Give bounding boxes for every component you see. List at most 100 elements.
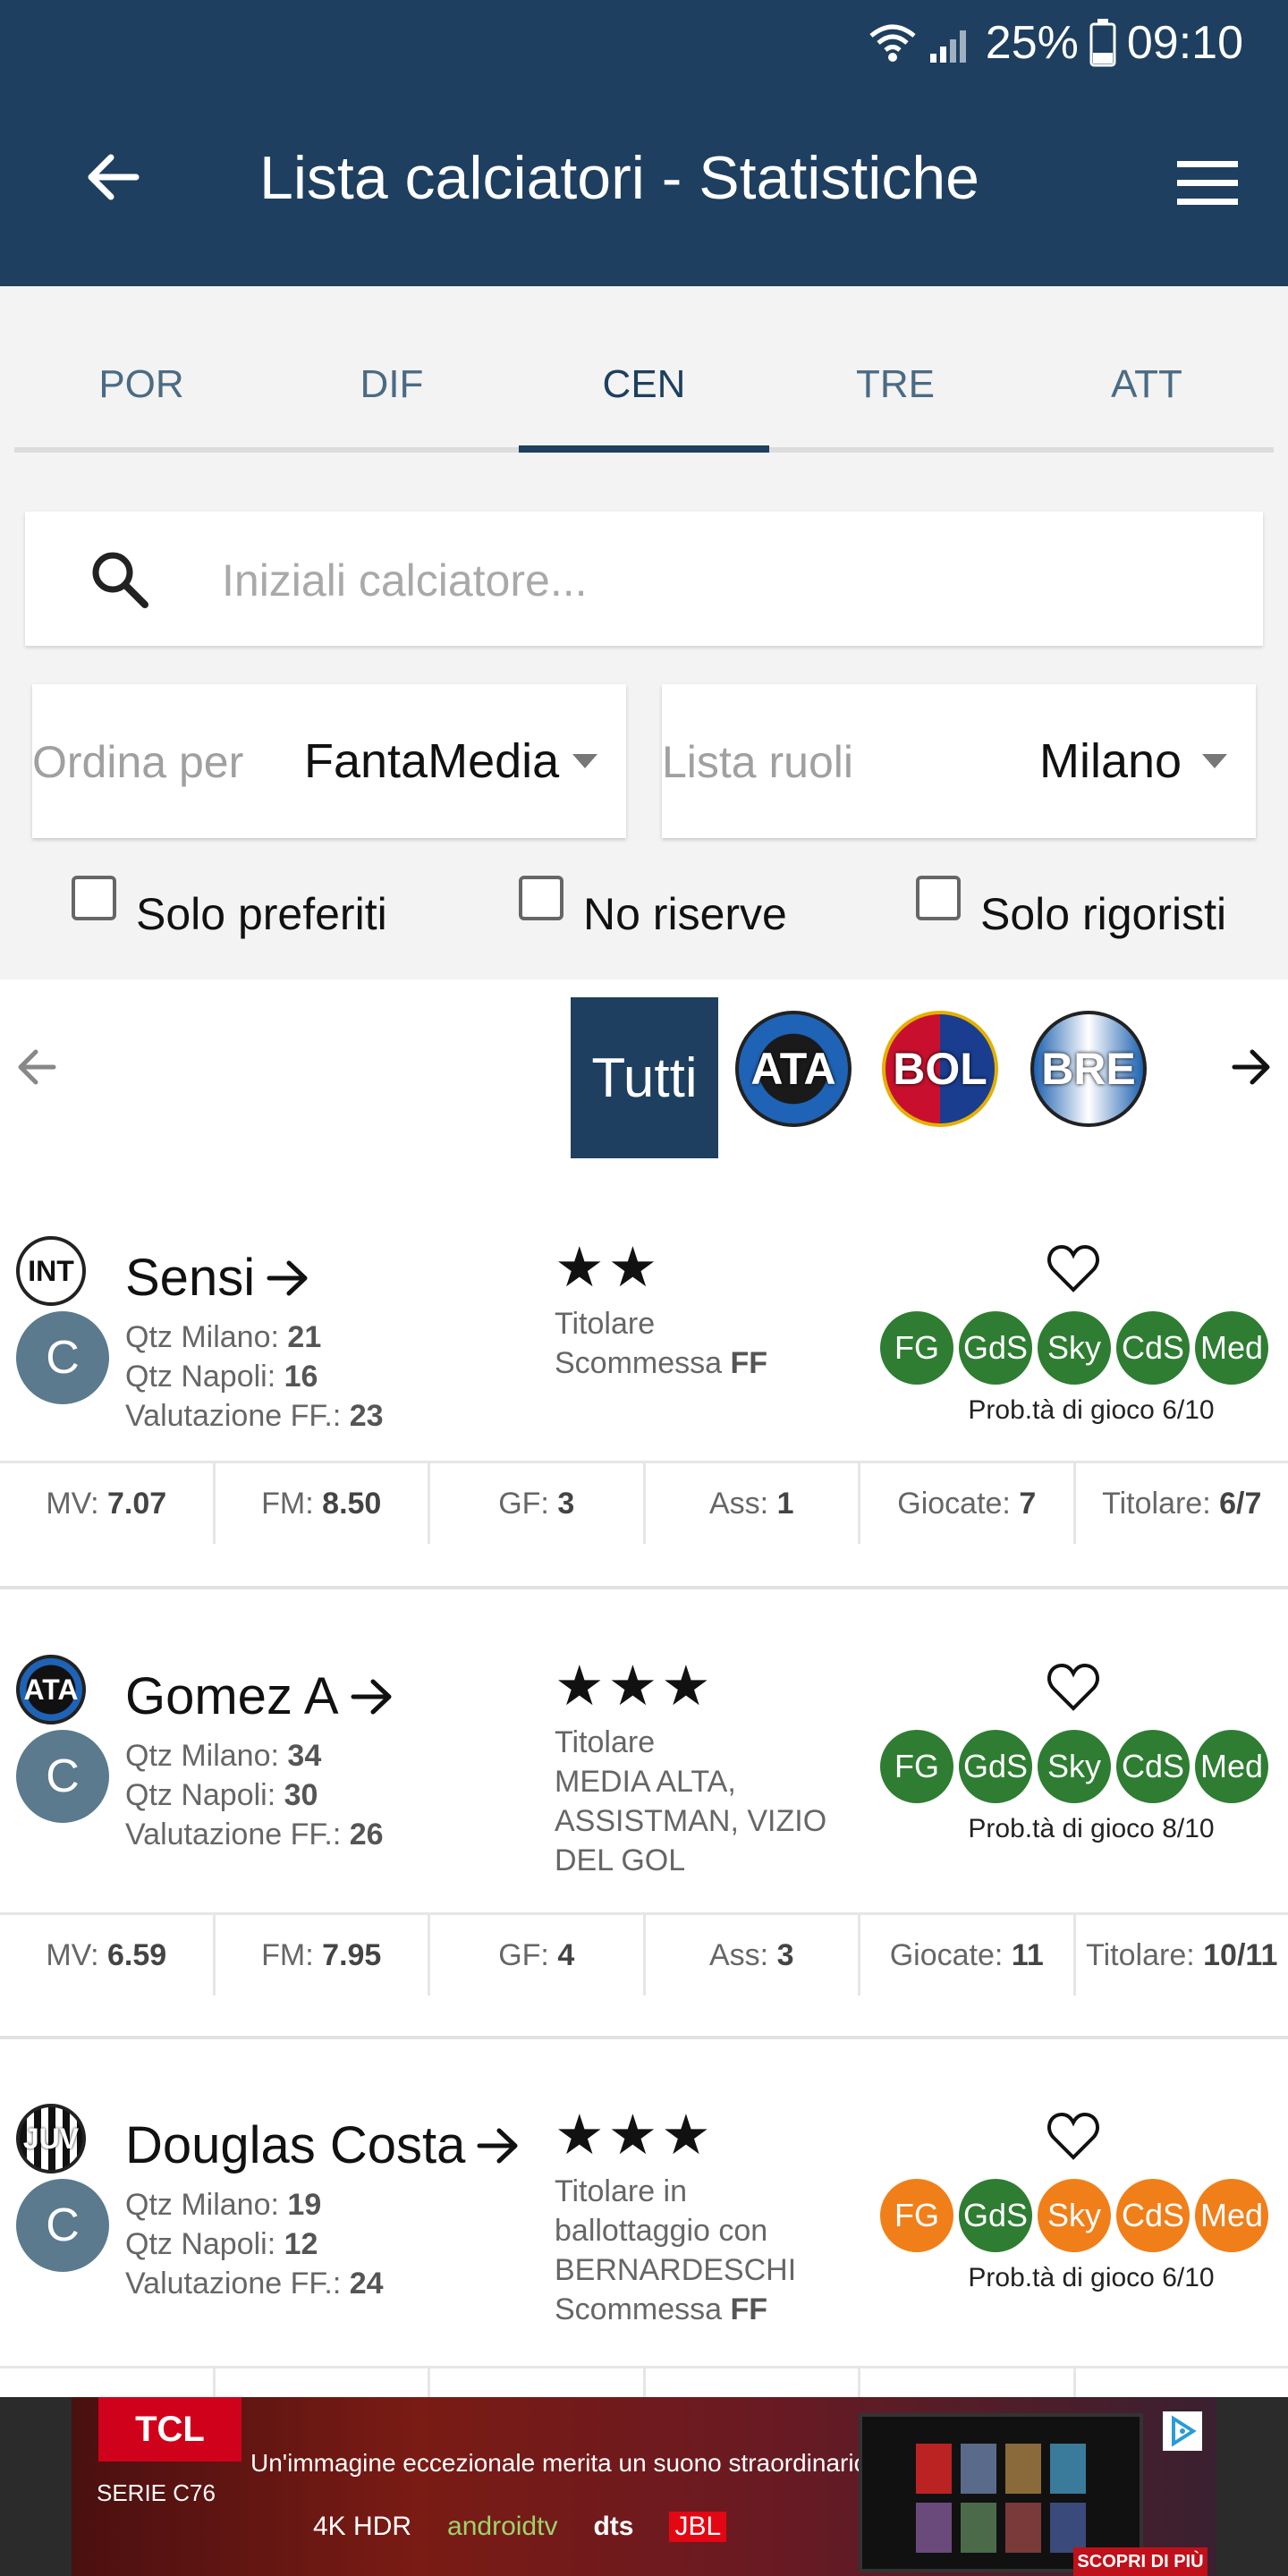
source-fg-badge: FG bbox=[880, 2179, 953, 2252]
source-gds-badge: GdS bbox=[959, 2179, 1032, 2252]
team-badge-ata[interactable]: ATA bbox=[735, 1011, 852, 1127]
stat-gf: GF: 3 bbox=[430, 1463, 646, 1544]
search-input[interactable] bbox=[220, 544, 1208, 617]
source-cds-badge: CdS bbox=[1116, 2179, 1190, 2252]
heart-icon[interactable] bbox=[1046, 1662, 1100, 1712]
player-quotes: Qtz Milano: 34 Qtz Napoli: 30 Valutazion… bbox=[125, 1736, 384, 1854]
ad-cta-button[interactable]: SCOPRI DI PIÙ bbox=[1073, 2547, 1208, 2576]
tab-por[interactable]: POR bbox=[16, 362, 267, 407]
source-fg-badge: FG bbox=[880, 1311, 953, 1385]
ad-tv-tile bbox=[1050, 2503, 1086, 2553]
checkbox-box[interactable] bbox=[72, 876, 116, 920]
solo-rigoristi-checkbox[interactable]: Solo rigoristi bbox=[916, 876, 1226, 939]
ad-creative[interactable]: TCL SERIE C76 Un'immagine eccezionale me… bbox=[72, 2397, 1216, 2576]
tab-dif[interactable]: DIF bbox=[267, 362, 517, 407]
ad-badge: androidtv bbox=[447, 2512, 558, 2541]
checkbox-label: Solo preferiti bbox=[136, 889, 387, 939]
status-line: MEDIA ALTA, bbox=[555, 1765, 736, 1799]
role-badge: C bbox=[16, 1730, 109, 1823]
status-bar: 25% 09:10 bbox=[868, 16, 1243, 70]
qtz-napoli-label: Qtz Napoli: bbox=[125, 1778, 276, 1812]
ad-headline: Un'immagine eccezionale merita un suono … bbox=[250, 2449, 875, 2477]
back-arrow-icon[interactable] bbox=[86, 150, 140, 204]
player-card[interactable]: INT C Sensi Qtz Milano: 21 Qtz Napoli: 1… bbox=[0, 1225, 1288, 1583]
divider bbox=[0, 2036, 1288, 2039]
source-med-badge: Med bbox=[1195, 1730, 1268, 1803]
club-logo: ATA bbox=[16, 1655, 86, 1724]
player-card[interactable]: JUV C Douglas Costa Qtz Milano: 19 Qtz N… bbox=[0, 2093, 1288, 2449]
clock: 09:10 bbox=[1126, 17, 1243, 69]
wifi-icon bbox=[869, 24, 916, 62]
player-name-link[interactable]: Sensi bbox=[125, 1248, 310, 1308]
team-filter-all[interactable]: Tutti bbox=[571, 997, 718, 1158]
team-badge-bol[interactable]: BOL bbox=[882, 1011, 998, 1127]
player-status: Titolare in ballottaggio con BERNARDESCH… bbox=[555, 2172, 850, 2329]
no-riserve-checkbox[interactable]: No riserve bbox=[519, 876, 787, 939]
checkbox-box[interactable] bbox=[519, 876, 564, 920]
ad-tv-tile bbox=[1050, 2444, 1086, 2494]
ad-tv-tile bbox=[916, 2503, 952, 2553]
arrow-left-icon[interactable] bbox=[16, 1046, 57, 1088]
sort-select[interactable]: Ordina per FantaMedia bbox=[32, 684, 626, 838]
valutazione-value: 23 bbox=[349, 1399, 384, 1433]
rating-stars: ★★★ bbox=[555, 1656, 715, 1717]
source-gds-badge: GdS bbox=[959, 1311, 1032, 1385]
status-line: ballottaggio con bbox=[555, 2214, 768, 2248]
player-name-link[interactable]: Gomez A bbox=[125, 1666, 394, 1726]
menu-icon[interactable] bbox=[1177, 161, 1238, 206]
checkbox-box[interactable] bbox=[916, 876, 961, 920]
source-fg-badge: FG bbox=[880, 1730, 953, 1803]
player-stats: MV: 6.59 FM: 7.95 GF: 4 Ass: 3 Giocate: … bbox=[0, 1912, 1288, 1996]
qtz-napoli-value: 12 bbox=[284, 2227, 318, 2261]
player-status: Titolare MEDIA ALTA, ASSISTMAN, VIZIO DE… bbox=[555, 1723, 850, 1880]
player-card[interactable]: ATA C Gomez A Qtz Milano: 34 Qtz Napoli:… bbox=[0, 1644, 1288, 2020]
active-tab-indicator bbox=[519, 445, 769, 453]
stat-mv: MV: 7.07 bbox=[0, 1463, 216, 1544]
player-quotes: Qtz Milano: 21 Qtz Napoli: 16 Valutazion… bbox=[125, 1318, 384, 1436]
valutazione-label: Valutazione FF.: bbox=[125, 2267, 342, 2301]
ad-tv-tile bbox=[1005, 2444, 1041, 2494]
arrow-right-icon[interactable] bbox=[1231, 1046, 1272, 1088]
arrow-right-icon bbox=[351, 1679, 392, 1714]
ad-tv-tile bbox=[961, 2503, 996, 2553]
ad-tv-tile bbox=[916, 2444, 952, 2494]
roles-list-select[interactable]: Lista ruoli Milano bbox=[662, 684, 1256, 838]
qtz-napoli-value: 30 bbox=[284, 1778, 318, 1812]
team-badge-bre[interactable]: BRE bbox=[1030, 1011, 1147, 1127]
team-filter-bar: Tutti ATA BOL BRE bbox=[0, 979, 1288, 1158]
arrow-right-icon bbox=[477, 2128, 518, 2163]
roles-list-value: Milano bbox=[1039, 734, 1182, 788]
role-badge: C bbox=[16, 2179, 109, 2272]
player-name: Gomez A bbox=[125, 1667, 339, 1725]
play-probability: Prob.tà di gioco 6/10 bbox=[968, 2263, 1215, 2292]
stat-titolare: Titolare: 10/11 bbox=[1086, 1938, 1278, 1972]
stat-titolare: Titolare: 6/7 bbox=[1102, 1487, 1262, 1521]
ad-choices-icon[interactable] bbox=[1163, 2411, 1202, 2451]
role-tabs: POR DIF CEN TRE ATT bbox=[0, 286, 1288, 456]
tab-att[interactable]: ATT bbox=[1021, 362, 1272, 407]
ad-badge: dts bbox=[593, 2512, 634, 2541]
qtz-milano-value: 34 bbox=[287, 1739, 322, 1773]
play-probability: Prob.tà di gioco 8/10 bbox=[968, 1814, 1215, 1843]
club-logo: JUV bbox=[16, 2104, 86, 2174]
page-title: Lista calciatori - Statistiche bbox=[259, 144, 979, 212]
ad-series: SERIE C76 bbox=[97, 2479, 216, 2506]
heart-icon[interactable] bbox=[1046, 2111, 1100, 2161]
qtz-milano-label: Qtz Milano: bbox=[125, 1320, 279, 1354]
qtz-milano-label: Qtz Milano: bbox=[125, 2188, 279, 2222]
rating-stars: ★★ bbox=[555, 1237, 662, 1299]
sort-label: Ordina per bbox=[32, 737, 244, 787]
tab-cen[interactable]: CEN bbox=[519, 362, 769, 407]
status-line: Titolare bbox=[555, 1725, 656, 1759]
signal-icon bbox=[929, 30, 966, 63]
player-name-link[interactable]: Douglas Costa bbox=[125, 2115, 521, 2175]
tab-tre[interactable]: TRE bbox=[770, 362, 1021, 407]
heart-icon[interactable] bbox=[1046, 1243, 1100, 1293]
qtz-milano-value: 19 bbox=[287, 2188, 322, 2222]
solo-preferiti-checkbox[interactable]: Solo preferiti bbox=[72, 876, 387, 939]
rating-stars: ★★★ bbox=[555, 2105, 715, 2166]
source-sky-badge: Sky bbox=[1038, 2179, 1111, 2252]
note-label: Scommessa bbox=[555, 1346, 723, 1380]
arrow-right-icon bbox=[267, 1260, 308, 1295]
ad-banner[interactable]: TCL SERIE C76 Un'immagine eccezionale me… bbox=[0, 2397, 1288, 2576]
